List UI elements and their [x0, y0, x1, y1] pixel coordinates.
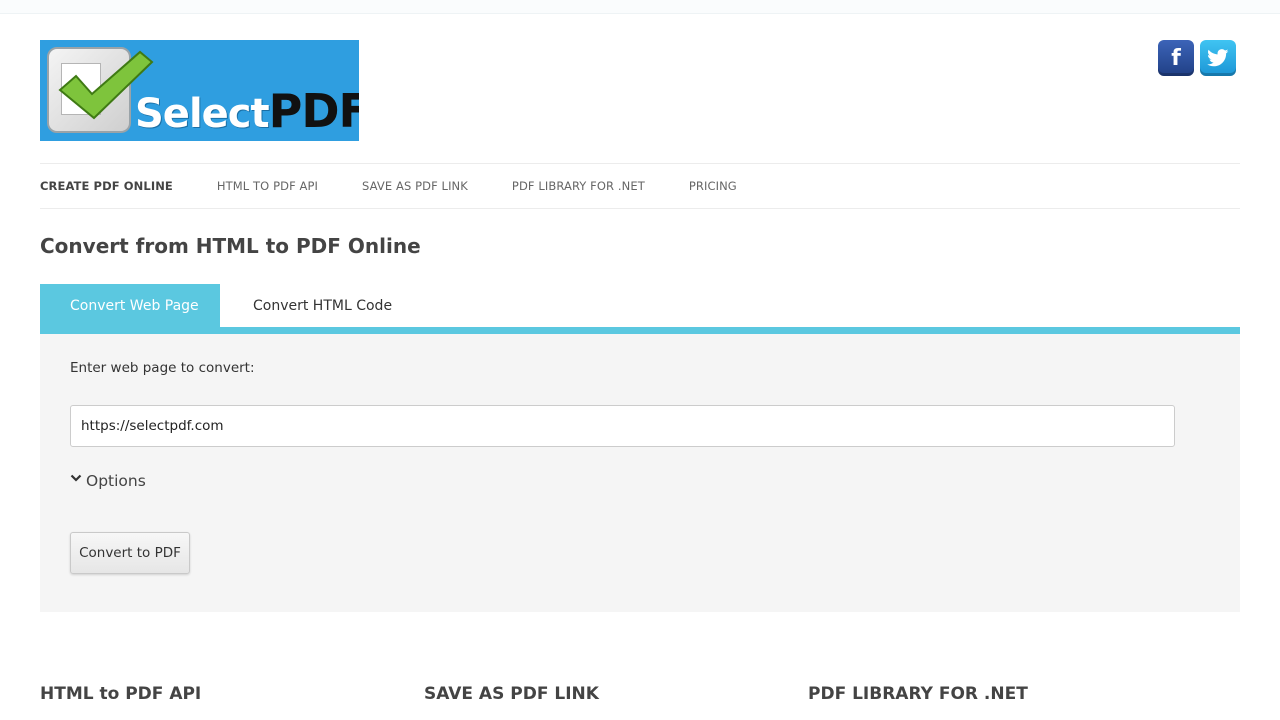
nav-html-to-pdf-api[interactable]: HTML TO PDF API — [217, 179, 318, 193]
url-input[interactable] — [70, 405, 1175, 447]
main-nav: CREATE PDF ONLINE HTML TO PDF API SAVE A… — [40, 163, 1240, 209]
footer-heading-html-to-pdf-api: HTML to PDF API — [40, 684, 202, 704]
chevron-down-icon — [70, 474, 82, 482]
options-label: Options — [86, 472, 146, 490]
logo-wordmark: SelectPDF — [135, 84, 359, 138]
url-field-label: Enter web page to convert: — [70, 360, 255, 376]
tab-convert-html-code[interactable]: Convert HTML Code — [223, 284, 422, 327]
nav-create-pdf-online[interactable]: CREATE PDF ONLINE — [40, 179, 173, 193]
footer-heading-pdf-library-net: PDF LIBRARY FOR .NET — [808, 684, 1028, 704]
options-toggle[interactable]: Options — [70, 472, 146, 490]
selectpdf-logo[interactable]: SelectPDF — [40, 40, 359, 141]
twitter-icon[interactable] — [1200, 40, 1236, 76]
page-title: Convert from HTML to PDF Online — [40, 234, 421, 258]
footer-heading-save-as-pdf-link: SAVE AS PDF LINK — [424, 684, 599, 704]
convert-to-pdf-button[interactable]: Convert to PDF — [70, 532, 190, 574]
tab-convert-web-page[interactable]: Convert Web Page — [40, 284, 220, 327]
nav-pdf-library-net[interactable]: PDF LIBRARY FOR .NET — [512, 179, 645, 193]
tab-underline-bar — [40, 327, 1240, 334]
twitter-bird-icon — [1207, 49, 1229, 67]
nav-pricing[interactable]: PRICING — [689, 179, 737, 193]
top-strip — [0, 0, 1280, 14]
facebook-icon[interactable]: f — [1158, 40, 1194, 76]
nav-save-as-pdf-link[interactable]: SAVE AS PDF LINK — [362, 179, 468, 193]
convert-panel: Enter web page to convert: Options Conve… — [40, 334, 1240, 612]
